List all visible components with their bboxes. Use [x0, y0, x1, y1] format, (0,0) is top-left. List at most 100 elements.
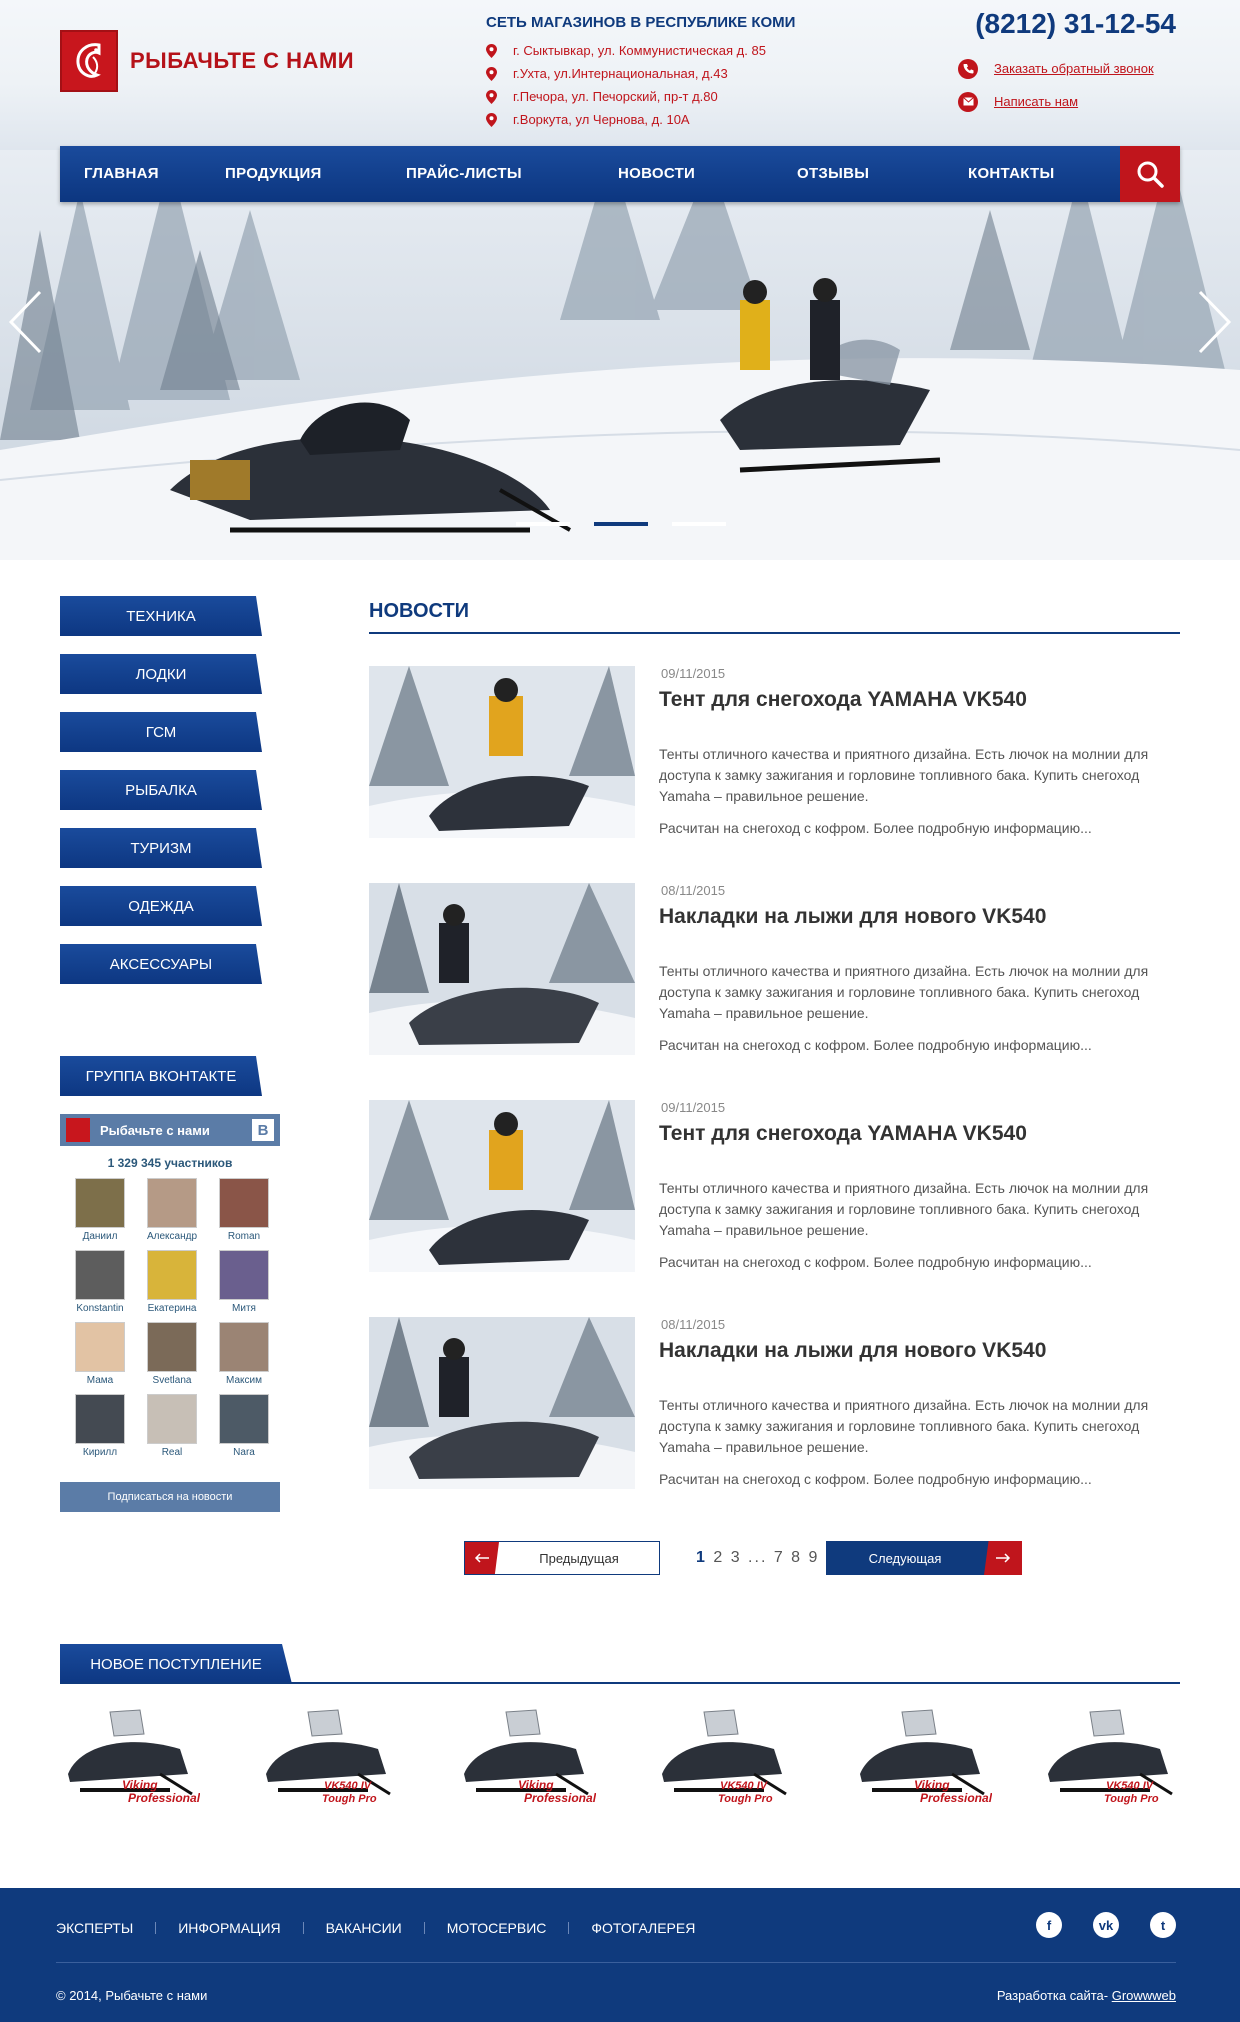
slider-dot[interactable] — [516, 522, 570, 526]
nav-item-home[interactable]: ГЛАВНАЯ — [84, 165, 159, 182]
vk-member[interactable]: Митя — [208, 1250, 280, 1314]
news-image[interactable] — [369, 1317, 635, 1489]
category-tourism[interactable]: ТУРИЗМ — [60, 828, 262, 868]
news-image[interactable] — [369, 666, 635, 838]
news-more[interactable]: Расчитан на снегоход с кофром. Более под… — [659, 1037, 1092, 1053]
nav-item-products[interactable]: ПРОДУКЦИЯ — [225, 165, 322, 182]
footer-link-experts[interactable]: ЭКСПЕРТЫ — [56, 1920, 133, 1936]
footer-link-vacancies[interactable]: ВАКАНСИИ — [326, 1920, 402, 1936]
footer-links: ЭКСПЕРТЫ ИНФОРМАЦИЯ ВАКАНСИИ МОТОСЕРВИС … — [56, 1920, 695, 1936]
vk-members-count[interactable]: 1 329 345 участников — [60, 1156, 280, 1170]
snowmobile-product-image: VikingProfessional — [860, 1709, 993, 1805]
vk-member[interactable]: Konstantin — [64, 1250, 136, 1314]
news-photo — [369, 1100, 635, 1272]
news-date: 09/11/2015 — [661, 666, 726, 681]
vk-member[interactable]: Екатерина — [136, 1250, 208, 1314]
map-pin-icon — [486, 43, 497, 58]
arrow-right-icon — [984, 1541, 1022, 1575]
category-fuel[interactable]: ГСМ — [60, 712, 262, 752]
vk-group-name: Рыбачьте с нами — [100, 1122, 210, 1138]
nav-item-contacts[interactable]: КОНТАКТЫ — [968, 165, 1054, 182]
news-date: 09/11/2015 — [661, 1100, 726, 1115]
news-headline[interactable]: Тент для снегохода YAMAHA VK540 — [659, 1122, 1027, 1146]
news-excerpt: Тенты отличного качества и приятного диз… — [659, 746, 1149, 804]
news-photo — [369, 1317, 635, 1489]
vk-member[interactable]: Александр — [136, 1178, 208, 1242]
nav-item-news[interactable]: НОВОСТИ — [618, 165, 695, 182]
news-photo — [369, 883, 635, 1055]
vk-icon: В — [252, 1119, 274, 1141]
subscribe-button[interactable]: Подписаться на новости — [60, 1482, 280, 1512]
news-headline[interactable]: Накладки на лыжи для нового VK540 — [659, 1339, 1046, 1363]
site-header: РЫБАЧЬТЕ С НАМИ СЕТЬ МАГАЗИНОВ В РЕСПУБЛ… — [0, 0, 1240, 150]
footer-link-moto-service[interactable]: МОТОСЕРВИС — [447, 1920, 547, 1936]
logo[interactable]: РЫБАЧЬТЕ С НАМИ — [60, 30, 354, 92]
vk-member[interactable]: Nara — [208, 1394, 280, 1458]
search-button[interactable] — [1120, 146, 1180, 202]
svg-text:VK540 IV: VK540 IV — [324, 1780, 373, 1792]
group-logo-icon — [66, 1118, 90, 1142]
news-excerpt: Тенты отличного качества и приятного диз… — [659, 963, 1149, 1021]
vk-member[interactable]: Roman — [208, 1178, 280, 1242]
news-more[interactable]: Расчитан на снегоход с кофром. Более под… — [659, 1471, 1092, 1487]
vk-widget-header[interactable]: Рыбачьте с нами В — [60, 1114, 280, 1146]
new-arrivals-title: НОВОЕ ПОСТУПЛЕНИЕ — [60, 1644, 292, 1684]
twitter-icon[interactable]: t — [1150, 1912, 1176, 1938]
current-page[interactable]: 1 — [696, 1549, 707, 1566]
vk-member[interactable]: Real — [136, 1394, 208, 1458]
news-item: 08/11/2015 Накладки на лыжи для нового V… — [369, 1317, 1180, 1491]
svg-text:Viking: Viking — [122, 1778, 158, 1792]
avatar — [219, 1250, 269, 1300]
nav-item-price-lists[interactable]: ПРАЙС-ЛИСТЫ — [406, 165, 522, 182]
news-divider — [369, 632, 1180, 634]
news-headline[interactable]: Накладки на лыжи для нового VK540 — [659, 905, 1046, 929]
developer-link[interactable]: Growwweb — [1112, 1988, 1176, 2003]
next-page-button[interactable]: Следующая — [826, 1541, 1022, 1575]
product-card[interactable]: VK540 IV Tough Pro — [654, 1704, 794, 1814]
news-more[interactable]: Расчитан на снегоход с кофром. Более под… — [659, 1254, 1092, 1270]
news-image[interactable] — [369, 883, 635, 1055]
category-accessories[interactable]: АКСЕССУАРЫ — [60, 944, 262, 984]
product-card[interactable]: VK540 IV Tough Pro — [258, 1704, 398, 1814]
vk-member[interactable]: Максим — [208, 1322, 280, 1386]
slider-dots — [516, 522, 750, 526]
product-card[interactable]: Viking Professional — [60, 1704, 201, 1814]
category-fishing[interactable]: РЫБАЛКА — [60, 770, 262, 810]
callback-link[interactable]: Заказать обратный звонок — [958, 52, 1154, 85]
news-headline[interactable]: Тент для снегохода YAMAHA VK540 — [659, 688, 1027, 712]
prev-page-button[interactable]: Предыдущая — [464, 1541, 660, 1575]
footer-link-info[interactable]: ИНФОРМАЦИЯ — [178, 1920, 280, 1936]
news-image[interactable] — [369, 1100, 635, 1272]
vk-icon[interactable]: vk — [1093, 1912, 1119, 1938]
vk-member[interactable]: Мама — [64, 1322, 136, 1386]
facebook-icon[interactable]: f — [1036, 1912, 1062, 1938]
slider-prev-arrow[interactable] — [8, 290, 42, 359]
svg-text:VK540 IV: VK540 IV — [720, 1780, 769, 1792]
news-photo — [369, 666, 635, 838]
svg-text:Viking: Viking — [914, 1778, 950, 1792]
new-arrivals-divider — [60, 1682, 1180, 1684]
page-links[interactable]: 2 3 ... 7 8 9 — [713, 1549, 819, 1566]
page-numbers[interactable]: 1 2 3 ... 7 8 9 — [696, 1549, 819, 1567]
nav-item-reviews[interactable]: ОТЗЫВЫ — [797, 165, 869, 182]
slider-dot-active[interactable] — [594, 522, 648, 526]
phone-number[interactable]: (8212) 31-12-54 — [975, 8, 1176, 40]
category-boats[interactable]: ЛОДКИ — [60, 654, 262, 694]
product-card[interactable]: Viking Professional — [456, 1704, 597, 1814]
vk-member[interactable]: Svetlana — [136, 1322, 208, 1386]
phone-icon — [958, 58, 978, 79]
product-card[interactable]: Viking Professional — [852, 1704, 993, 1814]
news-more[interactable]: Расчитан на снегоход с кофром. Более под… — [659, 820, 1092, 836]
vk-member[interactable]: Даниил — [64, 1178, 136, 1242]
product-card[interactable]: VK540 IV Tough Pro — [1040, 1704, 1180, 1814]
vk-widget: Рыбачьте с нами В 1 329 345 участников Д… — [60, 1114, 280, 1514]
footer-link-gallery[interactable]: ФОТОГАЛЕРЕЯ — [591, 1920, 695, 1936]
category-tech[interactable]: ТЕХНИКА — [60, 596, 262, 636]
write-us-link[interactable]: Написать нам — [958, 85, 1154, 118]
store-address: г.Воркута, ул Чернова, д. 10А — [486, 108, 795, 131]
category-clothing[interactable]: ОДЕЖДА — [60, 886, 262, 926]
vk-member[interactable]: Кирилл — [64, 1394, 136, 1458]
avatar — [75, 1178, 125, 1228]
slider-next-arrow[interactable] — [1198, 290, 1232, 359]
slider-dot[interactable] — [672, 522, 726, 526]
